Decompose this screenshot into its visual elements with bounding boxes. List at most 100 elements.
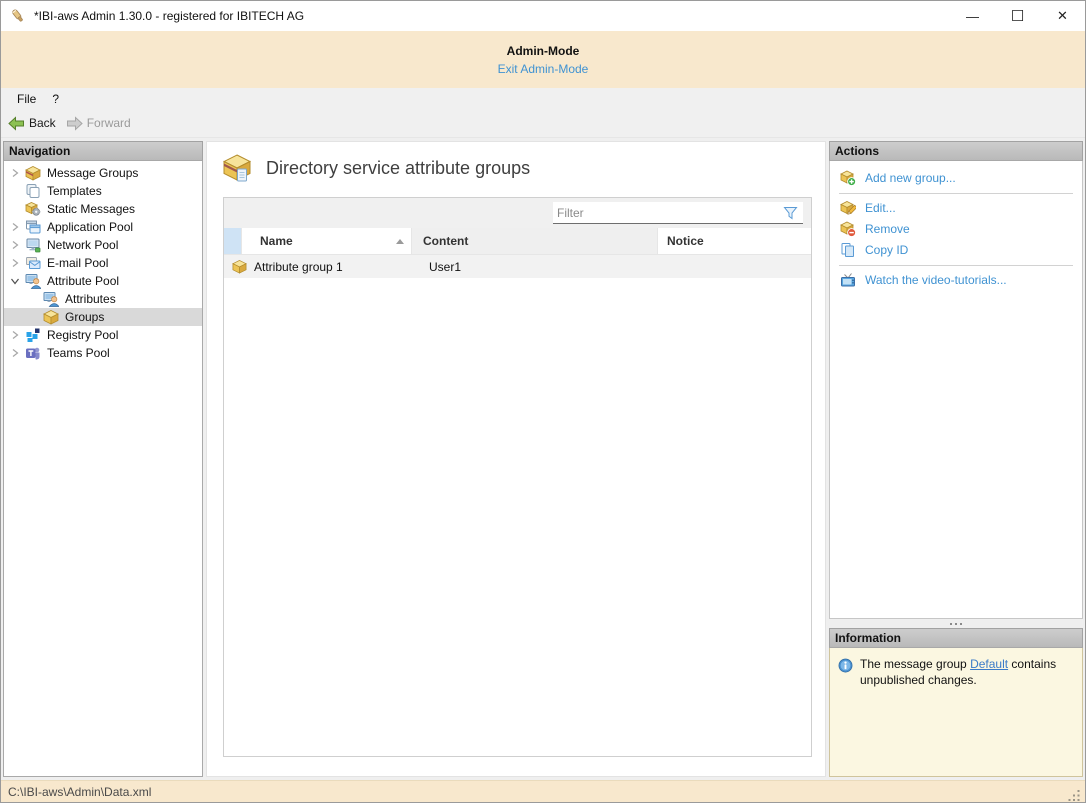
- toolbar: Back Forward: [1, 109, 1085, 138]
- tree-item-registry-pool[interactable]: Registry Pool: [4, 326, 202, 344]
- tree-item-email-pool[interactable]: E-mail Pool: [4, 254, 202, 272]
- title-bar: *IBI-aws Admin 1.30.0 - registered for I…: [1, 1, 1085, 31]
- tree-label: Static Messages: [47, 202, 135, 216]
- chevron-down-icon[interactable]: [7, 273, 23, 289]
- actions-header: Actions: [829, 141, 1083, 161]
- tree-label: Groups: [65, 310, 104, 324]
- column-header-name[interactable]: Name: [242, 228, 412, 254]
- admin-mode-banner: Admin-Mode Exit Admin-Mode: [1, 31, 1085, 88]
- copy-id-action[interactable]: Copy ID: [830, 240, 1082, 261]
- chevron-right-icon[interactable]: [7, 255, 23, 271]
- tree-item-message-groups[interactable]: Message Groups: [4, 164, 202, 182]
- back-label: Back: [29, 116, 56, 130]
- forward-label: Forward: [87, 116, 131, 130]
- back-button[interactable]: Back: [8, 116, 56, 131]
- action-label: Edit...: [865, 201, 896, 215]
- chevron-right-icon[interactable]: [7, 165, 23, 181]
- column-label: Notice: [667, 234, 704, 248]
- action-label: Copy ID: [865, 243, 908, 257]
- tree-item-static-messages[interactable]: Static Messages: [4, 200, 202, 218]
- add-new-group-action[interactable]: Add new group...: [830, 168, 1082, 189]
- network-pool-icon: [25, 237, 41, 253]
- tree-label: Attribute Pool: [47, 274, 119, 288]
- splitter-grip-icon: [950, 623, 962, 625]
- actions-separator: [839, 265, 1073, 266]
- info-icon: [838, 658, 853, 673]
- column-header-content[interactable]: Content: [412, 228, 658, 254]
- tree-item-application-pool[interactable]: Application Pool: [4, 218, 202, 236]
- tree-item-groups[interactable]: Groups: [4, 308, 202, 326]
- tree-item-attribute-pool[interactable]: Attribute Pool: [4, 272, 202, 290]
- column-header-notice[interactable]: Notice: [658, 228, 811, 254]
- window-title: *IBI-aws Admin 1.30.0 - registered for I…: [34, 9, 304, 23]
- tree-label: Network Pool: [47, 238, 118, 252]
- tree-item-attributes[interactable]: Attributes: [4, 290, 202, 308]
- menu-file[interactable]: File: [10, 90, 45, 108]
- admin-mode-label: Admin-Mode: [507, 44, 580, 58]
- info-text: The message group: [860, 657, 970, 671]
- sort-ascending-icon: [396, 239, 404, 244]
- remove-action[interactable]: Remove: [830, 219, 1082, 240]
- resize-grip-icon[interactable]: [1068, 789, 1081, 802]
- action-label: Remove: [865, 222, 910, 236]
- application-pool-icon: [25, 219, 41, 235]
- templates-icon: [25, 183, 41, 199]
- email-pool-icon: [25, 255, 41, 271]
- selection-column-header[interactable]: [224, 228, 242, 254]
- teams-pool-icon: [25, 345, 41, 361]
- filter-input[interactable]: [557, 206, 783, 220]
- static-messages-icon: [25, 201, 41, 217]
- groups-icon: [43, 309, 59, 325]
- chevron-right-icon[interactable]: [7, 219, 23, 235]
- column-label: Name: [260, 234, 293, 248]
- maximize-button[interactable]: ☐: [995, 1, 1040, 31]
- attribute-pool-icon: [25, 273, 41, 289]
- chevron-right-icon[interactable]: [7, 345, 23, 361]
- tree-item-network-pool[interactable]: Network Pool: [4, 236, 202, 254]
- edit-action[interactable]: Edit...: [830, 198, 1082, 219]
- menu-bar: File ?: [1, 88, 1085, 109]
- table-header: Name Content Notice: [224, 228, 811, 255]
- tree-label: Attributes: [65, 292, 116, 306]
- action-label: Add new group...: [865, 171, 956, 185]
- status-bar: C:\IBI-aws\Admin\Data.xml: [1, 780, 1085, 802]
- page-heading: Directory service attribute groups: [223, 153, 530, 183]
- minimize-button[interactable]: —: [950, 1, 995, 31]
- default-group-link[interactable]: Default: [970, 657, 1008, 671]
- page-title: Directory service attribute groups: [266, 158, 530, 179]
- close-button[interactable]: ✕: [1040, 1, 1085, 31]
- filter-row: [224, 198, 811, 228]
- tree-item-teams-pool[interactable]: Teams Pool: [4, 344, 202, 362]
- navigation-tree: Message Groups Templates: [3, 161, 203, 777]
- navigation-header: Navigation: [3, 141, 203, 161]
- menu-help[interactable]: ?: [45, 90, 68, 108]
- information-header: Information: [829, 628, 1083, 648]
- filter-field: [553, 202, 803, 224]
- column-label: Content: [423, 234, 468, 248]
- tree-label: Templates: [47, 184, 102, 198]
- panel-splitter[interactable]: [829, 619, 1083, 628]
- table-row[interactable]: Attribute group 1 User1: [224, 255, 811, 278]
- information-message: The message group Default contains unpub…: [860, 657, 1074, 767]
- edit-icon: [840, 200, 856, 216]
- table-empty-area: [224, 278, 811, 756]
- action-label: Watch the video-tutorials...: [865, 273, 1007, 287]
- chevron-right-icon[interactable]: [7, 327, 23, 343]
- right-panel: Actions Add new group...: [829, 141, 1083, 777]
- forward-button[interactable]: Forward: [66, 116, 131, 131]
- exit-admin-mode-link[interactable]: Exit Admin-Mode: [498, 62, 589, 76]
- content-area: Navigation Message Groups: [1, 138, 1085, 780]
- app-logo-icon: [9, 7, 27, 25]
- information-panel: The message group Default contains unpub…: [829, 648, 1083, 777]
- filter-funnel-icon[interactable]: [783, 206, 798, 220]
- chevron-right-icon[interactable]: [7, 237, 23, 253]
- message-groups-icon: [25, 165, 41, 181]
- forward-arrow-icon: [66, 116, 83, 131]
- attributes-icon: [43, 291, 59, 307]
- tree-item-templates[interactable]: Templates: [4, 182, 202, 200]
- watch-video-tutorials-action[interactable]: Watch the video-tutorials...: [830, 270, 1082, 291]
- actions-separator: [839, 193, 1073, 194]
- tree-label: E-mail Pool: [47, 256, 108, 270]
- attribute-groups-icon: [223, 153, 253, 183]
- registry-pool-icon: [25, 327, 41, 343]
